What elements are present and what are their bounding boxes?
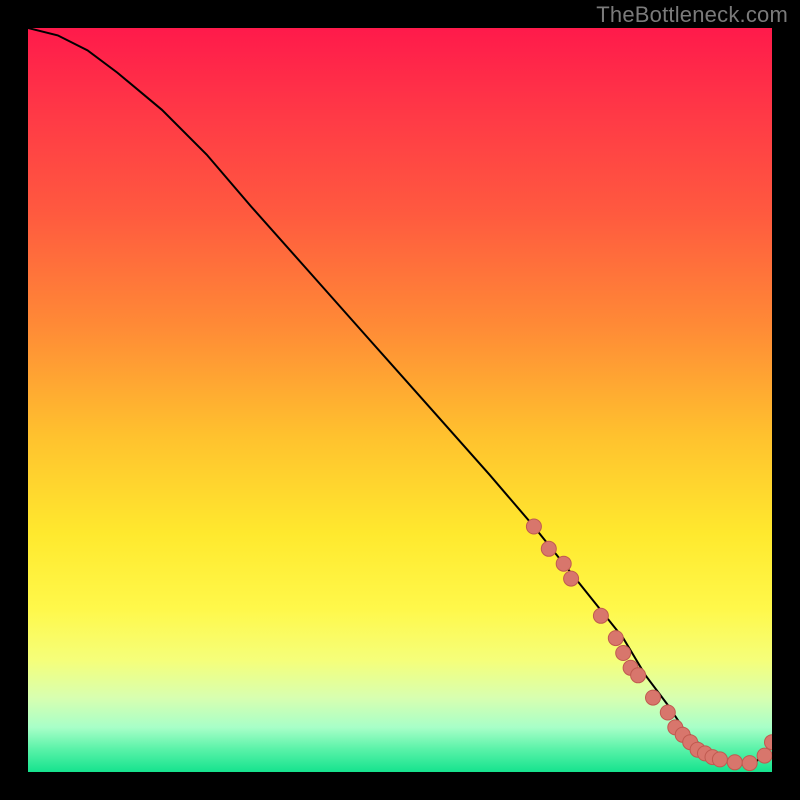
highlight-marker <box>712 752 727 767</box>
gradient-background <box>28 28 772 772</box>
highlight-marker <box>631 668 646 683</box>
highlight-marker <box>646 690 661 705</box>
highlight-marker <box>526 519 541 534</box>
highlight-marker <box>556 556 571 571</box>
highlight-marker <box>727 755 742 770</box>
highlight-marker <box>541 541 556 556</box>
highlight-marker <box>593 608 608 623</box>
chart-frame: TheBottleneck.com <box>0 0 800 800</box>
highlight-marker <box>742 756 757 771</box>
highlight-marker <box>616 646 631 661</box>
bottleneck-chart-svg <box>28 28 772 772</box>
watermark-text: TheBottleneck.com <box>596 2 788 28</box>
highlight-marker <box>564 571 579 586</box>
highlight-marker <box>608 631 623 646</box>
highlight-marker <box>660 705 675 720</box>
highlight-marker <box>757 748 772 763</box>
plot-area <box>28 28 772 772</box>
